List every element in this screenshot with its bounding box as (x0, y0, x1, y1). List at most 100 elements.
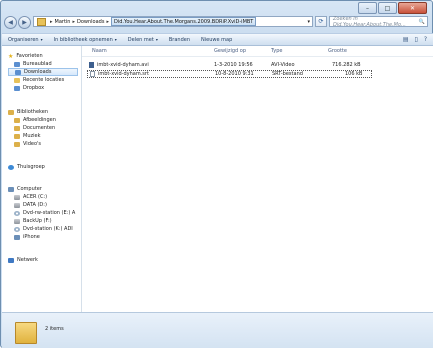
sidebar-item-drive-c[interactable]: ACER (C:) (14, 193, 47, 201)
address-bar[interactable]: ▸ Martin ▸ Downloads ▸ Did.You.Hear.Abou… (33, 16, 313, 27)
sidebar-item-drive-e[interactable]: Dvd-rw-station (E:) A (14, 209, 75, 217)
include-library-label: In bibliotheek opnemen (53, 36, 113, 43)
sidebar-label: Dvd-station (K:) ADI (23, 226, 73, 232)
minimize-button[interactable]: – (358, 2, 377, 14)
breadcrumb-downloads[interactable]: Downloads ▸ (77, 17, 111, 26)
recent-places-icon (14, 77, 20, 83)
view-options-icon[interactable]: ▤ (403, 36, 409, 43)
column-header-name[interactable]: Naam (92, 46, 107, 56)
back-button[interactable]: ◀ (4, 15, 17, 29)
maximize-button[interactable]: □ (378, 2, 397, 14)
details-pane: 2 items (2, 312, 433, 348)
sidebar-label: BackUp (F:) (23, 218, 52, 224)
sidebar-item-desktop[interactable]: Bureaublad (14, 60, 52, 68)
share-with-button[interactable]: Delen met ▾ (128, 37, 158, 43)
column-header-type[interactable]: Type (271, 46, 282, 56)
dropbox-icon (14, 85, 20, 91)
sidebar-libraries[interactable]: Bibliotheken (8, 108, 48, 116)
burn-label: Branden (168, 36, 190, 43)
forward-button[interactable]: ▶ (18, 15, 31, 29)
refresh-button[interactable]: ⟳ (315, 16, 327, 27)
table-row[interactable]: imbt-xvid-dyham.srt 10-8-2010 9:31 SRT-b… (87, 70, 372, 78)
caption-buttons: – □ ✕ (358, 2, 427, 14)
share-label: Delen met (127, 36, 154, 43)
help-icon[interactable]: ? (424, 36, 427, 43)
libraries-icon (8, 109, 14, 115)
sidebar-item-dropbox[interactable]: Dropbox (14, 84, 44, 92)
downloads-icon (15, 69, 21, 75)
sidebar-label: Documenten (23, 125, 56, 131)
breadcrumb-separator: ▸ (106, 18, 109, 25)
sidebar-item-videos[interactable]: Video's (14, 140, 41, 148)
column-header-modified[interactable]: Gewijzigd op (214, 46, 246, 56)
organize-label: Organiseren (8, 36, 39, 43)
sidebar-item-drive-k[interactable]: Dvd-station (K:) ADI (14, 225, 73, 233)
file-type: AVI-Video (271, 62, 295, 68)
sidebar-item-pictures[interactable]: Afbeeldingen (14, 116, 56, 124)
sidebar-label: Bibliotheken (17, 109, 48, 115)
hard-drive-icon (14, 202, 20, 208)
navigation-bar: ◀ ▶ ▾ ▸ Martin ▸ Downloads ▸ Did.You.Hea… (4, 15, 429, 29)
file-name: imbt-xvid-dyham.avi (97, 62, 149, 68)
address-history-dropdown[interactable]: ▾ (307, 19, 310, 25)
breadcrumb-current-folder[interactable]: Did.You.Hear.About.The.Morgans.2009.BDRi… (110, 17, 257, 26)
close-button[interactable]: ✕ (398, 2, 427, 14)
sidebar-item-drive-d[interactable]: DATA (D:) (14, 201, 47, 209)
sidebar-label: Recente locaties (23, 77, 65, 83)
computer-icon (8, 186, 14, 192)
burn-button[interactable]: Branden (169, 37, 190, 43)
chevron-down-icon: ▾ (155, 37, 158, 42)
sidebar-label: DATA (D:) (23, 202, 47, 208)
new-folder-button[interactable]: Nieuwe map (201, 37, 232, 43)
sidebar-label: Dvd-rw-station (E:) A (23, 210, 76, 216)
sidebar-homegroup[interactable]: Thuisgroep (8, 163, 45, 171)
sidebar-item-documents[interactable]: Documenten (14, 124, 55, 132)
breadcrumb-martin[interactable]: ▸ Martin ▸ (48, 17, 77, 26)
sidebar-network[interactable]: Netwerk (8, 256, 38, 264)
table-row[interactable]: imbt-xvid-dyham.avi 1-3-2010 19:56 AVI-V… (87, 61, 372, 69)
new-folder-label: Nieuwe map (201, 36, 233, 43)
breadcrumb-label: Downloads (76, 18, 105, 25)
sidebar-item-iphone[interactable]: iPhone (14, 233, 40, 241)
sidebar-item-recent-places[interactable]: Recente locaties (14, 76, 64, 84)
file-modified: 1-3-2010 19:56 (214, 62, 253, 68)
documents-icon (14, 125, 20, 131)
file-list[interactable]: Naam Gewijzigd op Type Grootte imbt-xvid… (82, 46, 433, 312)
sidebar-item-drive-f[interactable]: BackUp (F:) (14, 217, 52, 225)
sidebar-label: Muziek (23, 133, 41, 139)
sidebar-label: Favorieten (16, 53, 43, 59)
include-in-library-button[interactable]: In bibliotheek opnemen ▾ (54, 37, 117, 43)
navigation-pane[interactable]: ★ Favorieten Bureaublad Downloads Recent… (2, 46, 82, 312)
sidebar-label: Netwerk (17, 257, 38, 263)
sidebar-label: Dropbox (23, 85, 45, 91)
chevron-down-icon: ▾ (40, 37, 43, 42)
command-bar: Organiseren ▾ In bibliotheek opnemen ▾ D… (2, 33, 433, 46)
hard-drive-icon (14, 194, 20, 200)
sidebar-favorites[interactable]: ★ Favorieten (8, 52, 43, 60)
search-icon: 🔍 (418, 18, 425, 25)
sidebar-computer[interactable]: Computer (8, 185, 42, 193)
sidebar-label: Bureaublad (23, 61, 52, 67)
view-controls: ▤ ▯ ? (403, 36, 427, 43)
dvd-drive-icon (14, 226, 20, 232)
breadcrumb-separator: ▸ (50, 18, 53, 25)
explorer-window: – □ ✕ ◀ ▶ ▾ ▸ Martin ▸ Downloads ▸ Did.Y… (0, 0, 433, 348)
music-icon (14, 133, 20, 139)
sidebar-label: Downloads (24, 69, 52, 75)
text-file-icon (90, 71, 95, 77)
sidebar-item-downloads[interactable]: Downloads (8, 68, 78, 76)
iphone-icon (14, 234, 20, 240)
breadcrumb-separator: ▸ (72, 18, 75, 25)
sidebar-item-music[interactable]: Muziek (14, 132, 40, 140)
sidebar-label: Computer (17, 186, 42, 192)
organize-button[interactable]: Organiseren ▾ (8, 37, 43, 43)
column-header-size[interactable]: Grootte (328, 46, 347, 56)
folder-icon (15, 322, 37, 344)
folder-icon (37, 17, 46, 26)
search-placeholder: Zoeken in Did.You.Hear.About.The.Mo... (333, 15, 406, 28)
preview-pane-icon[interactable]: ▯ (415, 36, 418, 43)
file-name: imbt-xvid-dyham.srt (98, 71, 149, 77)
search-input[interactable]: Zoeken in Did.You.Hear.About.The.Mo... 🔍 (329, 15, 428, 28)
homegroup-icon (8, 164, 14, 170)
pictures-icon (14, 117, 20, 123)
